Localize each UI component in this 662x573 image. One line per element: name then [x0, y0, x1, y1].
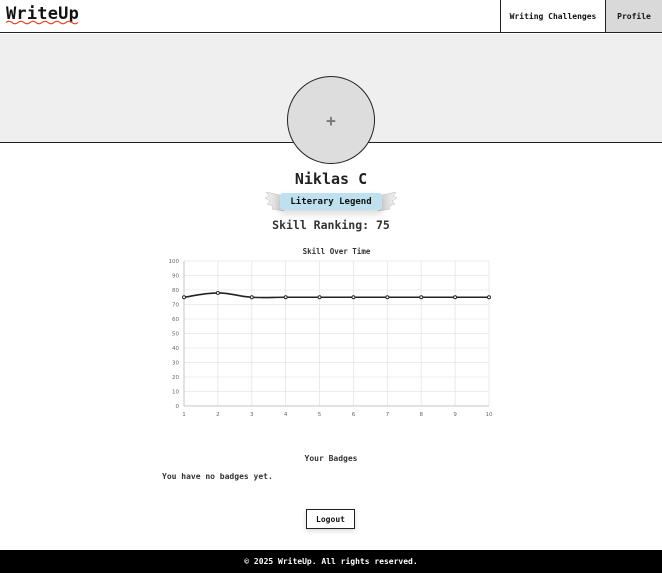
- chart-y-tick-label: 60: [172, 317, 179, 323]
- chart-data-point: [283, 295, 288, 300]
- skill-over-time-chart: Skill Over Time 0 10 20 30 40 50 60 70 80 90 100 1 2 3…: [169, 247, 493, 418]
- badges-empty-text: You have no badges yet.: [162, 472, 273, 481]
- chart-y-tick-label: 70: [172, 303, 179, 309]
- chart-series-line: [183, 292, 489, 299]
- rank-badge-container: Literary Legend: [264, 190, 398, 214]
- chart-x-tick-label: 2: [216, 412, 220, 418]
- chart-x-tick-label: 8: [419, 412, 423, 418]
- chart-y-tick-label: 100: [169, 259, 180, 265]
- chart-data-point: [351, 295, 356, 300]
- rank-badge: Literary Legend: [280, 193, 382, 210]
- chart-data-point: [487, 295, 491, 300]
- navbar: WriteUp Writing Challenges Profile: [0, 0, 662, 33]
- avatar-upload[interactable]: +: [287, 76, 375, 164]
- nav-writing-challenges[interactable]: Writing Challenges: [500, 0, 605, 32]
- chart-x-tick-label: 3: [250, 412, 254, 418]
- chart-data-point: [453, 295, 458, 300]
- nav-profile[interactable]: Profile: [605, 0, 662, 32]
- footer: © 2025 WriteUp. All rights reserved.: [0, 550, 662, 573]
- chart-y-tick-label: 90: [172, 274, 179, 280]
- footer-copyright: © 2025 WriteUp. All rights reserved.: [244, 557, 418, 566]
- chart-y-tick-label: 0: [176, 404, 180, 410]
- chart-x-tick-label: 9: [453, 412, 457, 418]
- profile-name: Niklas C: [294, 170, 368, 188]
- chart-y-tick-label: 40: [172, 346, 179, 352]
- skill-ranking: Skill Ranking: 75: [272, 218, 390, 232]
- chart-y-tick-label: 30: [172, 361, 179, 367]
- plus-icon: +: [326, 110, 336, 130]
- chart-y-tick-label: 20: [172, 375, 179, 381]
- chart-y-tick-label: 50: [172, 332, 179, 338]
- chart-x-tick-label: 1: [182, 412, 186, 418]
- chart-x-tick-label: 5: [318, 412, 322, 418]
- chart-data-point: [182, 295, 186, 300]
- badges-heading: Your Badges: [304, 454, 358, 463]
- chart-data-point: [385, 295, 390, 300]
- chart-data-point: [419, 295, 424, 300]
- logo-underline-icon: [6, 20, 79, 25]
- chart-data-point: [215, 290, 220, 295]
- chart-title: Skill Over Time: [303, 247, 371, 256]
- chart-x-tick-label: 7: [386, 412, 390, 418]
- logout-button[interactable]: Logout: [306, 509, 355, 529]
- chart-data-point: [249, 295, 254, 300]
- chart-y-tick-label: 10: [172, 390, 179, 396]
- chart-x-tick-label: 10: [486, 412, 493, 418]
- chart-x-tick-label: 6: [352, 412, 356, 418]
- chart-x-tick-label: 4: [284, 412, 288, 418]
- chart-data-point: [317, 295, 322, 300]
- chart-y-tick-label: 80: [172, 288, 179, 294]
